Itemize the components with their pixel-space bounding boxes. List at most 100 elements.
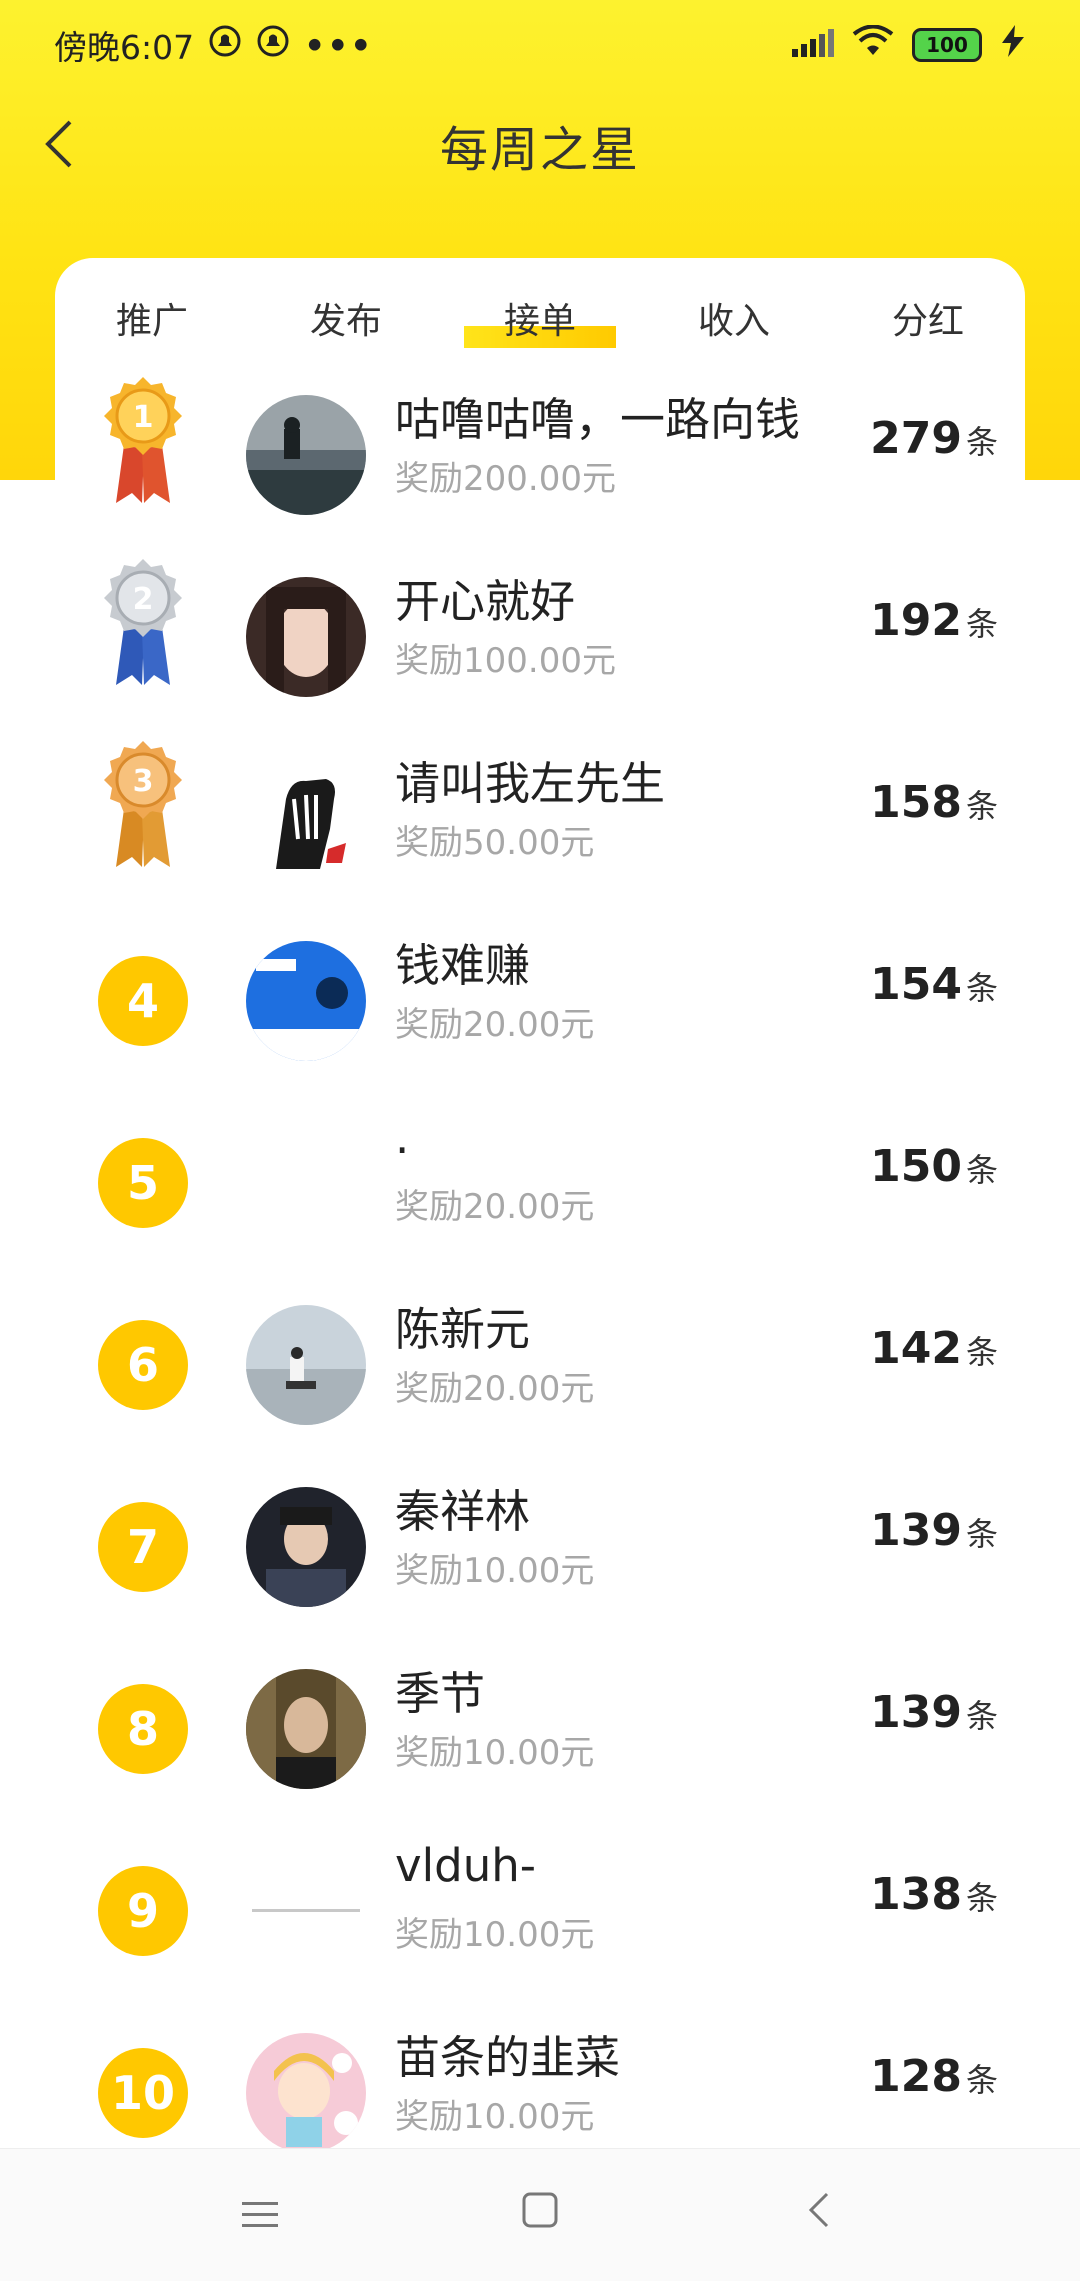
rank-badge: 7: [98, 1502, 188, 1592]
reward-text: 奖励100.00元: [395, 641, 616, 681]
wifi-icon: [852, 24, 894, 65]
tab-label: 接单: [503, 301, 576, 342]
count-value: 128 条: [870, 2051, 998, 2102]
count-number: 128: [870, 2051, 962, 2102]
count-value: 158 条: [870, 777, 998, 828]
rank-badge: 5: [98, 1138, 188, 1228]
user-name: 陈新元: [395, 1303, 531, 1356]
count-unit: 条: [965, 969, 998, 1007]
avatar[interactable]: [246, 2033, 366, 2153]
svg-text:2: 2: [133, 582, 154, 617]
count-number: 138: [870, 1869, 962, 1920]
list-item[interactable]: 7 秦祥林 奖励10.00元 139 条: [0, 1457, 1080, 1639]
avatar[interactable]: [246, 395, 366, 515]
avatar[interactable]: [246, 1123, 366, 1243]
signal-icon: [792, 26, 834, 65]
count-unit: 条: [965, 1151, 998, 1189]
count-value: 138 条: [870, 1869, 998, 1920]
menu-icon[interactable]: [230, 2191, 290, 2240]
count-number: 142: [870, 1323, 962, 1374]
count-unit: 条: [965, 1333, 998, 1371]
notification-icon: [256, 24, 290, 66]
avatar[interactable]: [246, 1669, 366, 1789]
status-bar: 傍晚6:07 ••• 100: [0, 0, 1080, 90]
tab-label: 推广: [115, 301, 188, 342]
charging-icon: [1000, 25, 1026, 65]
count-unit: 条: [965, 1879, 998, 1917]
reward-text: 奖励10.00元: [395, 2097, 595, 2137]
tab-label: 收入: [697, 301, 770, 342]
count-number: 139: [870, 1505, 962, 1556]
count-number: 192: [870, 595, 962, 646]
count-value: 192 条: [870, 595, 998, 646]
user-name: 咕噜咕噜，一路向钱: [395, 393, 801, 446]
count-number: 139: [870, 1687, 962, 1738]
user-name: 请叫我左先生: [395, 757, 666, 810]
count-unit: 条: [965, 2061, 998, 2099]
count-unit: 条: [965, 605, 998, 643]
reward-text: 奖励10.00元: [395, 1551, 595, 1591]
reward-text: 奖励10.00元: [395, 1915, 595, 1955]
count-unit: 条: [965, 423, 998, 461]
user-name: 苗条的韭菜: [395, 2031, 621, 2084]
count-unit: 条: [965, 787, 998, 825]
home-icon[interactable]: [510, 2190, 570, 2240]
list-item[interactable]: 6 陈新元 奖励20.00元 142 条: [0, 1275, 1080, 1457]
rank-badge: 9: [98, 1866, 188, 1956]
avatar[interactable]: [246, 1487, 366, 1607]
svg-text:1: 1: [133, 400, 154, 435]
rank-badge: 10: [98, 2048, 188, 2138]
status-right: 100: [792, 24, 1026, 65]
silver-medal-icon: 2: [104, 559, 182, 685]
tab-bar: 推广 发布 接单 收入 分红: [55, 270, 1025, 366]
count-number: 158: [870, 777, 962, 828]
battery-icon: 100: [912, 28, 982, 62]
rank-badge: 8: [98, 1684, 188, 1774]
user-name: vlduh-: [395, 1839, 536, 1892]
avatar[interactable]: [246, 1851, 366, 1971]
system-nav-bar: [0, 2148, 1080, 2281]
list-item[interactable]: 2 开心就好 奖励100.00元 192 条: [0, 547, 1080, 729]
avatar[interactable]: [246, 759, 366, 879]
count-value: 279 条: [870, 413, 998, 464]
count-number: 279: [870, 413, 962, 464]
list-item[interactable]: 4 钱难赚 奖励20.00元 154 条: [0, 911, 1080, 1093]
user-name: 季节: [395, 1667, 486, 1720]
user-name: .: [395, 1111, 410, 1164]
reward-text: 奖励10.00元: [395, 1733, 595, 1773]
reward-text: 奖励20.00元: [395, 1187, 595, 1227]
list-item[interactable]: 1 咕噜咕噜，一路向钱 奖励200.00元 279 条: [0, 365, 1080, 547]
more-icon: •••: [304, 25, 374, 65]
user-name: 钱难赚: [395, 939, 531, 992]
status-time: 傍晚6:07: [54, 28, 195, 67]
tab-label: 发布: [309, 301, 382, 342]
avatar[interactable]: [246, 941, 366, 1061]
list-item[interactable]: 9 vlduh- 奖励10.00元 138 条: [0, 1821, 1080, 2003]
rank-badge: 4: [98, 956, 188, 1046]
count-number: 150: [870, 1141, 962, 1192]
tab-income[interactable]: 收入: [668, 282, 800, 354]
user-name: 秦祥林: [395, 1485, 531, 1538]
tab-publish[interactable]: 发布: [280, 282, 412, 354]
avatar[interactable]: [246, 577, 366, 697]
tab-label: 分红: [891, 301, 964, 342]
svg-text:3: 3: [133, 764, 154, 799]
reward-text: 奖励20.00元: [395, 1005, 595, 1045]
count-value: 150 条: [870, 1141, 998, 1192]
user-name: 开心就好: [395, 575, 576, 628]
count-value: 139 条: [870, 1687, 998, 1738]
back-icon[interactable]: [790, 2190, 850, 2240]
tab-promote[interactable]: 推广: [86, 282, 218, 354]
reward-text: 奖励20.00元: [395, 1369, 595, 1409]
avatar[interactable]: [246, 1305, 366, 1425]
tab-dividend[interactable]: 分红: [862, 282, 994, 354]
tab-orders[interactable]: 接单: [463, 282, 616, 354]
page-title: 每周之星: [439, 122, 640, 178]
list-item[interactable]: 3 请叫我左先生 奖励50.00元 158 条: [0, 729, 1080, 911]
list-item[interactable]: 5 . 奖励20.00元 150 条: [0, 1093, 1080, 1275]
title-row: 每周之星: [0, 100, 1080, 190]
bronze-medal-icon: 3: [104, 741, 182, 867]
list-item[interactable]: 8 季节 奖励10.00元 139 条: [0, 1639, 1080, 1821]
notification-icon: [208, 24, 242, 66]
status-left: 傍晚6:07 •••: [54, 21, 373, 69]
